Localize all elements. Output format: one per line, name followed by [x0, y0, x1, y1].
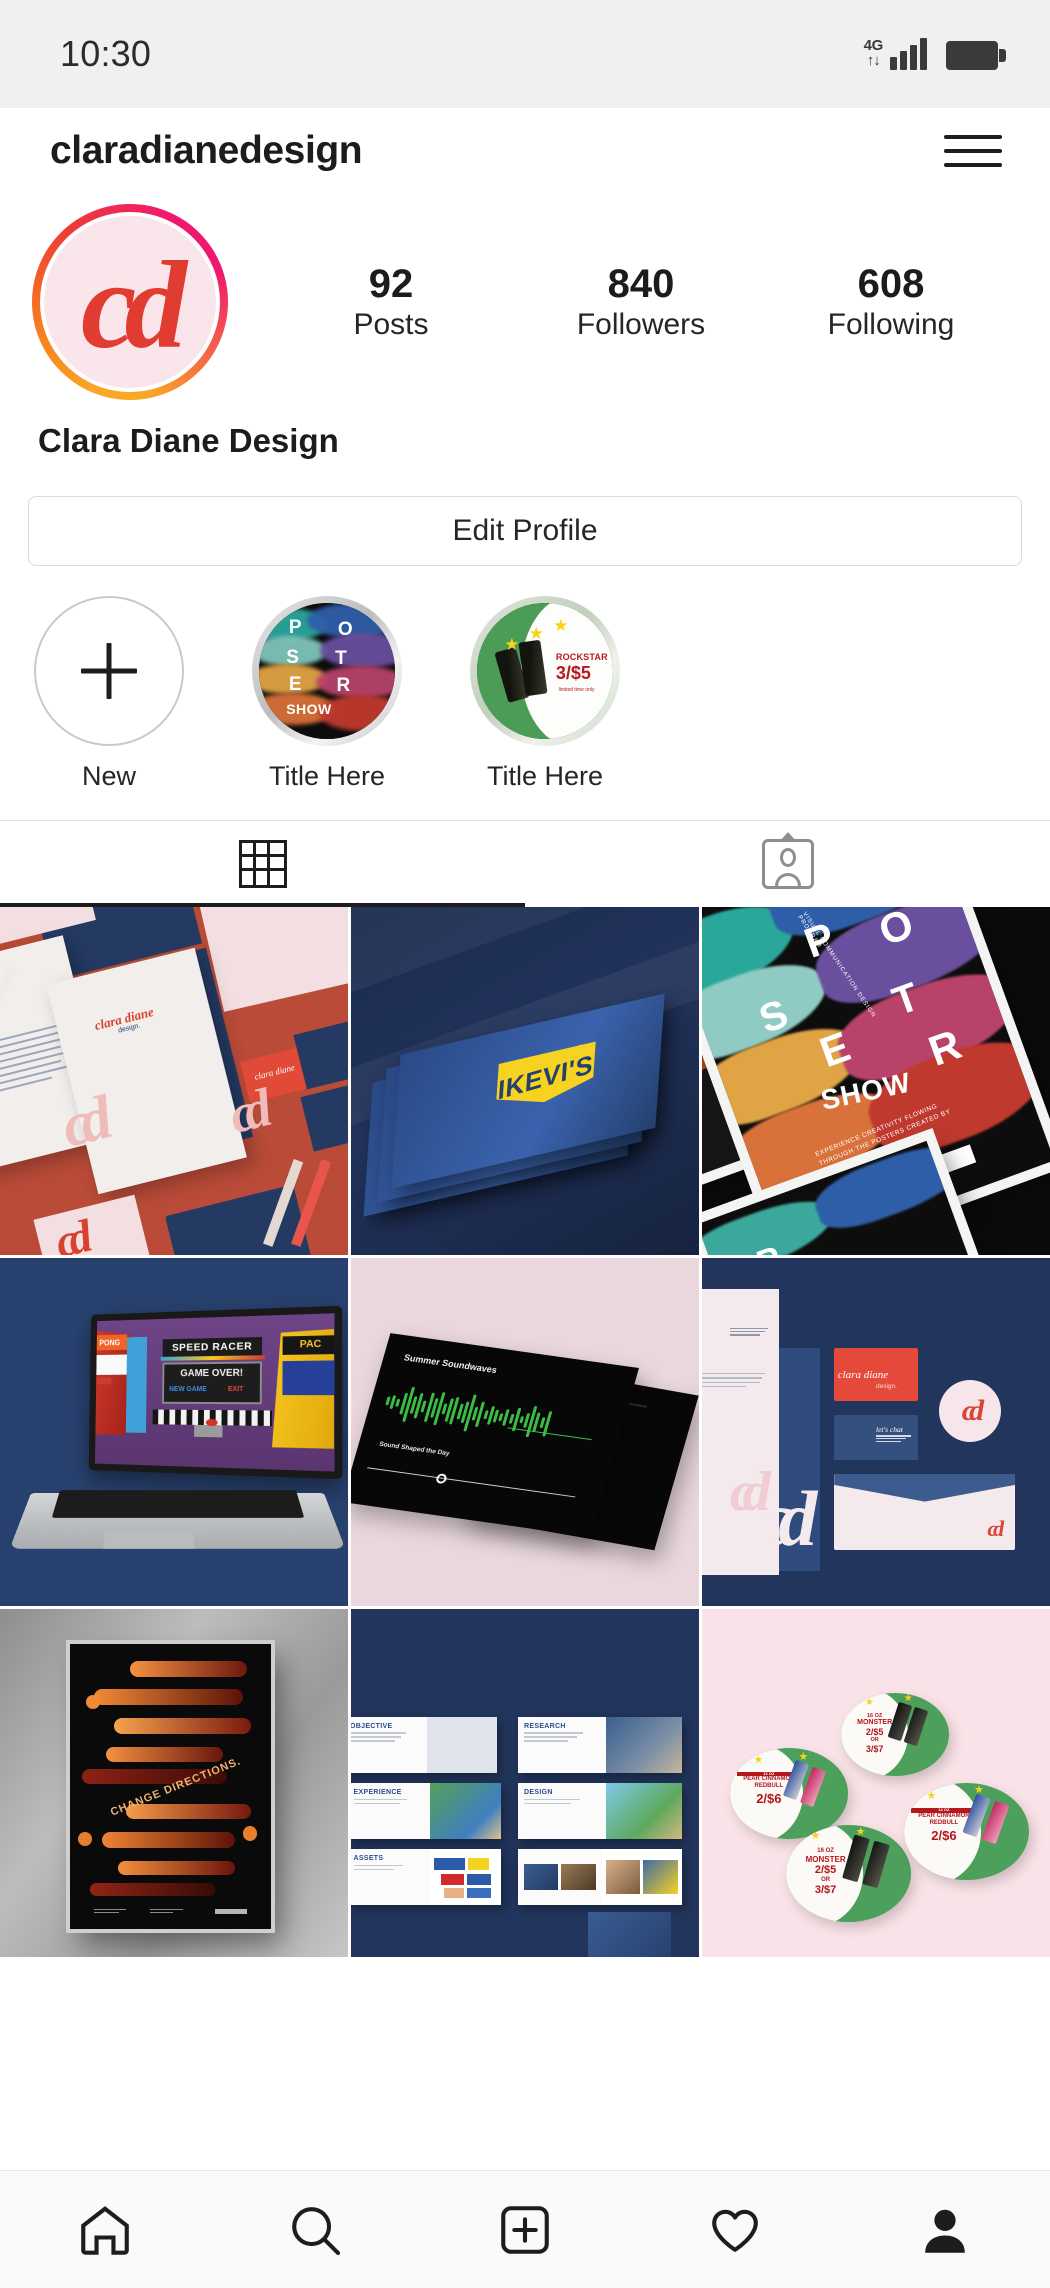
instagram-profile-screen: 10:30 4G ↑↓ claradianedesign cd 92 Posts…	[0, 0, 1050, 2288]
highlight-rockstar[interactable]: ★ ★ ★ ROCKSTAR 3/$5 limited time only Ti…	[470, 596, 620, 792]
profile-username[interactable]: claradianedesign	[50, 129, 363, 173]
post4-exit: EXIT	[227, 1385, 244, 1393]
post-grid: clara diane design. clara diane cd cd cd	[0, 907, 1050, 1957]
stat-followers-label: Followers	[576, 308, 706, 342]
post-thumbnail-1[interactable]: clara diane design. clara diane cd cd cd	[0, 907, 348, 1255]
post-thumbnail-3[interactable]: P O S T E R SHOW VISUAL COMMUNICATION DE…	[702, 907, 1050, 1255]
tab-grid[interactable]	[0, 821, 525, 907]
nav-profile[interactable]	[885, 2171, 1005, 2288]
heart-icon	[712, 2209, 758, 2252]
data-transfer-arrows-icon: ↑↓	[866, 51, 881, 69]
post-thumbnail-9[interactable]: 12 OZ PEAR CINNAMON REDBULL 2/$6 ★ ★ 16 …	[702, 1609, 1050, 1957]
nav-search[interactable]	[255, 2171, 375, 2288]
network-type-label: 4G	[863, 36, 884, 54]
post6-monogram: cd	[729, 1460, 771, 1523]
highlight-new[interactable]: New	[34, 596, 184, 792]
stat-following-value: 608	[857, 261, 925, 306]
rockstar-promo-art: ★ ★ ★ ROCKSTAR 3/$5 limited time only	[477, 603, 613, 739]
grid-icon	[238, 840, 287, 888]
post8-section-1: OBJECTIVE	[351, 1722, 393, 1730]
nav-activity[interactable]	[675, 2171, 795, 2288]
post4-game-status: GAME OVER!	[180, 1367, 244, 1380]
stat-posts-value: 92	[368, 261, 414, 306]
profile-stats: 92 Posts 840 Followers 608 Following	[260, 262, 1050, 343]
post8-section-5: ASSETS	[353, 1855, 384, 1863]
tagged-person-icon	[761, 839, 814, 889]
post-thumbnail-7[interactable]: CHANGE DIRECTIONS.	[0, 1609, 348, 1957]
signal-bars-icon	[890, 38, 927, 71]
post8-section-2: RESEARCH	[524, 1722, 566, 1730]
post4-new-game: NEW GAME	[169, 1385, 207, 1393]
post-thumbnail-5[interactable]: Summer Soundwaves Sound Shaped the Day	[351, 1258, 699, 1606]
nav-create[interactable]	[465, 2171, 585, 2288]
profile-full-name: Clara Diane Design	[38, 422, 339, 459]
stat-followers-value: 840	[607, 261, 675, 306]
battery-icon	[946, 41, 1006, 71]
status-indicators: 4G ↑↓	[863, 36, 1006, 71]
app-bar: claradianedesign	[0, 108, 1050, 194]
home-icon	[81, 2205, 129, 2255]
poster-show-letters: P O S T E R SHOW	[286, 616, 353, 717]
highlight-poster-show[interactable]: P O S T E R SHOW Title Here	[252, 596, 402, 792]
stat-following-label: Following	[827, 308, 955, 342]
post-thumbnail-2[interactable]: IKEVI'S ®	[351, 907, 699, 1255]
nav-home[interactable]	[45, 2171, 165, 2288]
post-thumbnail-8[interactable]: OBJECTIVE RESEARCH EXPERIENCE DESIGN ASS…	[351, 1609, 699, 1957]
highlight-rockstar-label: Title Here	[486, 761, 604, 791]
stat-following[interactable]: 608 Following	[816, 262, 966, 343]
profile-summary: cd 92 Posts 840 Followers 608 Following	[0, 194, 1050, 400]
avatar-monogram: cd	[81, 236, 187, 375]
network-indicator: 4G ↑↓	[863, 36, 884, 71]
post-thumbnail-4[interactable]: PONG PAC SPEED RACER GAME OVER! NEW GAME…	[0, 1258, 348, 1606]
hamburger-menu-icon[interactable]	[944, 129, 1002, 173]
post2-tm: ®	[577, 1041, 584, 1054]
poster-show-art: P O S T E R SHOW	[259, 603, 395, 739]
tab-tagged[interactable]	[525, 821, 1050, 907]
status-bar: 10:30 4G ↑↓	[0, 0, 1050, 108]
post6-card-logo: clara diane	[837, 1369, 889, 1382]
bottom-navigation	[0, 2170, 1050, 2288]
highlight-new-label: New	[81, 761, 136, 791]
avatar-container[interactable]: cd	[0, 204, 260, 400]
person-icon	[925, 2209, 965, 2253]
profile-tabs	[0, 820, 1050, 907]
avatar-story-ring[interactable]: cd	[32, 204, 228, 400]
status-time: 10:30	[60, 33, 152, 74]
poster-show-thumbnail[interactable]: P O S T E R SHOW	[252, 596, 402, 746]
post6-card-sub: design.	[876, 1383, 897, 1391]
post4-marquee-text: SPEED RACER	[162, 1337, 263, 1357]
stat-posts-label: Posts	[353, 308, 429, 342]
post-thumbnail-6[interactable]: cd cd clara diane design. let's chat cd …	[702, 1258, 1050, 1606]
rockstar-price-text: 3/$5	[555, 662, 591, 683]
stat-followers[interactable]: 840 Followers	[566, 262, 716, 343]
plus-icon	[81, 643, 137, 699]
post8-section-4: DESIGN	[524, 1789, 553, 1796]
highlight-poster-show-label: Title Here	[268, 761, 386, 791]
new-highlight-circle[interactable]	[34, 596, 184, 746]
post5-subtitle: Sound Shaped the Day	[378, 1441, 451, 1458]
story-highlights: New P O S T E R SHOW Title Here ★ ★ ★ RO…	[0, 566, 1050, 792]
edit-profile-button[interactable]: Edit Profile	[28, 496, 1022, 566]
avatar: cd	[44, 216, 216, 388]
post8-section-3: EXPERIENCE	[353, 1789, 402, 1796]
rockstar-fine-text: limited time only	[558, 687, 595, 694]
stat-posts[interactable]: 92 Posts	[316, 262, 466, 343]
search-icon	[292, 2206, 341, 2255]
rockstar-brand-text: ROCKSTAR	[555, 651, 608, 662]
post6-nav-card-text: let's chat	[876, 1425, 903, 1435]
rockstar-promo-thumbnail[interactable]: ★ ★ ★ ROCKSTAR 3/$5 limited time only	[470, 596, 620, 746]
plus-square-icon	[501, 2205, 549, 2254]
post5-title: Summer Soundwaves	[402, 1353, 498, 1376]
